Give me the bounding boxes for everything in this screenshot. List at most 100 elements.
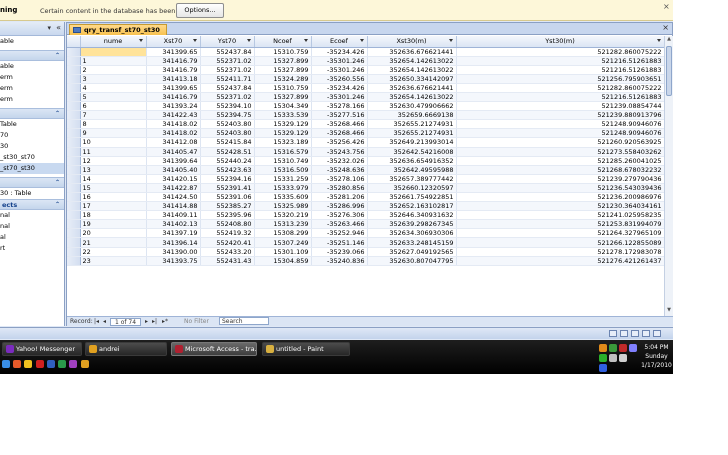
system-clock[interactable]: 5:04 PM Sunday 1/17/2010: [640, 343, 673, 370]
table-cell[interactable]: 352636.676621441: [367, 83, 457, 93]
table-cell[interactable]: 13: [80, 165, 147, 175]
vertical-scrollbar[interactable]: ▲ ▼: [664, 36, 673, 316]
table-cell[interactable]: 341424.50: [146, 192, 201, 203]
table-cell[interactable]: 18: [80, 210, 147, 221]
row-selector[interactable]: [67, 237, 81, 248]
table-cell[interactable]: 341399.65: [146, 83, 201, 93]
table-cell[interactable]: 341405.47: [146, 147, 201, 157]
table-cell[interactable]: 15316.509: [254, 165, 312, 175]
table-cell[interactable]: 341412.08: [146, 137, 201, 148]
row-selector[interactable]: [67, 147, 81, 157]
table-row[interactable]: 11 341405.47 552428.51 15316.579 -35243.756 3…: [67, 147, 664, 157]
chevron-down-icon[interactable]: [303, 39, 308, 42]
column-header-xst70[interactable]: Xst70: [146, 36, 201, 48]
table-cell[interactable]: 341399.64: [146, 156, 201, 166]
nav-item[interactable]: erm: [0, 83, 64, 94]
tray-icon[interactable]: [609, 354, 617, 362]
table-cell[interactable]: 7: [80, 110, 147, 121]
taskbar-item-paint[interactable]: untitled - Paint: [262, 342, 350, 356]
nav-group-header[interactable]: ⌃: [0, 50, 64, 61]
table-cell[interactable]: 552391.41: [200, 183, 255, 194]
table-cell[interactable]: -35251.146: [311, 237, 368, 248]
messenger-icon[interactable]: [58, 360, 67, 368]
nav-item[interactable]: nal: [0, 221, 64, 232]
table-cell[interactable]: -35281.206: [311, 192, 368, 203]
table-cell[interactable]: 10: [80, 137, 147, 148]
table-cell[interactable]: 12: [80, 156, 147, 166]
pivottable-view-icon[interactable]: [620, 330, 628, 337]
table-cell[interactable]: -35239.066: [311, 247, 368, 257]
row-selector[interactable]: [67, 128, 81, 139]
table-row[interactable]: 19 341402.13 552408.80 15313.239 -35263.466 3…: [67, 219, 664, 230]
nav-group-header[interactable]: ⌃: [0, 108, 64, 119]
table-cell[interactable]: 552437.84: [200, 83, 255, 93]
table-row[interactable]: 1 341416.79 552371.02 15327.899 -35301.246 35…: [67, 56, 664, 66]
table-cell[interactable]: 341402.13: [146, 219, 201, 230]
taskbar-item-folder[interactable]: andrei: [85, 342, 167, 356]
table-cell[interactable]: 352636.676621441: [367, 47, 457, 57]
table-cell[interactable]: 521216.51261883: [456, 56, 664, 66]
taskbar-item-yahoo-messenger[interactable]: Yahoo! Messenger: [2, 342, 82, 356]
table-cell[interactable]: 352655.21274931: [367, 119, 457, 130]
collapse-icon[interactable]: «: [56, 23, 61, 32]
table-cell[interactable]: 15304.349: [254, 101, 312, 112]
table-cell[interactable]: 341390.00: [146, 247, 201, 257]
row-selector[interactable]: [67, 137, 81, 148]
row-selector[interactable]: [67, 83, 81, 93]
table-cell[interactable]: 341399.65: [146, 47, 201, 57]
table-cell[interactable]: 341422.43: [146, 110, 201, 121]
nav-item[interactable]: 70: [0, 130, 64, 141]
table-cell[interactable]: 521256.795903651: [456, 74, 664, 84]
table-cell[interactable]: 15329.129: [254, 119, 312, 130]
opera-icon[interactable]: [35, 360, 44, 368]
table-cell[interactable]: 521276.421261437: [456, 256, 664, 266]
table-cell[interactable]: 552431.43: [200, 256, 255, 266]
table-cell[interactable]: -35286.996: [311, 201, 368, 212]
table-cell[interactable]: -35260.556: [311, 74, 368, 84]
table-cell[interactable]: 15308.299: [254, 228, 312, 239]
table-cell[interactable]: 521239.279790436: [456, 174, 664, 184]
row-selector[interactable]: [67, 219, 81, 230]
row-selector[interactable]: [67, 165, 81, 175]
table-cell[interactable]: 552423.63: [200, 165, 255, 175]
table-cell[interactable]: 352654.142613022: [367, 92, 457, 103]
chevron-down-icon[interactable]: [138, 39, 143, 42]
table-cell[interactable]: 15320.219: [254, 210, 312, 221]
close-icon[interactable]: ×: [663, 2, 673, 12]
table-cell[interactable]: 521282.860075222: [456, 83, 664, 93]
table-cell[interactable]: -35278.106: [311, 174, 368, 184]
table-cell[interactable]: 521253.831994079: [456, 219, 664, 230]
table-cell[interactable]: 15333.979: [254, 183, 312, 194]
table-cell[interactable]: -35280.856: [311, 183, 368, 194]
chevron-down-icon[interactable]: [192, 39, 197, 42]
taskbar-item-microsoft-access[interactable]: Microsoft Access - tra...: [171, 342, 257, 356]
table-row[interactable]: 12 341399.64 552440.24 15310.749 -35232.026 3…: [67, 156, 664, 166]
table-cell[interactable]: -35234.426: [311, 47, 368, 57]
table-cell[interactable]: 16: [80, 192, 147, 203]
table-cell[interactable]: 15313.239: [254, 219, 312, 230]
nav-item[interactable]: able: [0, 36, 64, 47]
table-row[interactable]: 18 341409.11 552395.96 15320.219 -35276.306 3…: [67, 210, 664, 221]
table-cell[interactable]: 352627.049192565: [367, 247, 457, 257]
table-cell[interactable]: 8: [80, 119, 147, 130]
table-row[interactable]: 17 341414.88 552385.27 15325.989 -35286.996 3…: [67, 201, 664, 212]
table-cell[interactable]: 352661.754922851: [367, 192, 457, 203]
table-cell[interactable]: 552408.80: [200, 219, 255, 230]
nav-item[interactable]: able: [0, 61, 64, 72]
tray-icon[interactable]: [599, 364, 607, 372]
table-cell[interactable]: 521239.880913796: [456, 110, 664, 121]
table-cell[interactable]: -35240.836: [311, 256, 368, 266]
table-cell[interactable]: 341416.79: [146, 92, 201, 103]
table-cell[interactable]: -35268.466: [311, 128, 368, 139]
current-record-field[interactable]: 1 of 74: [110, 318, 142, 326]
datasheet-view-icon[interactable]: [609, 330, 617, 337]
table-row[interactable]: 7 341422.43 552394.75 15333.539 -35277.516 35…: [67, 110, 664, 121]
column-header-yst70[interactable]: Yst70: [200, 36, 255, 48]
table-cell[interactable]: 521248.90946076: [456, 128, 664, 139]
table-cell[interactable]: 352659.6669138: [367, 110, 457, 121]
pivotchart-view-icon[interactable]: [631, 330, 639, 337]
table-cell[interactable]: 552371.02: [200, 56, 255, 66]
table-cell[interactable]: 341416.79: [146, 65, 201, 75]
table-row[interactable]: 10 341412.08 552415.84 15323.189 -35256.426 3…: [67, 137, 664, 148]
table-cell[interactable]: 15327.899: [254, 65, 312, 75]
